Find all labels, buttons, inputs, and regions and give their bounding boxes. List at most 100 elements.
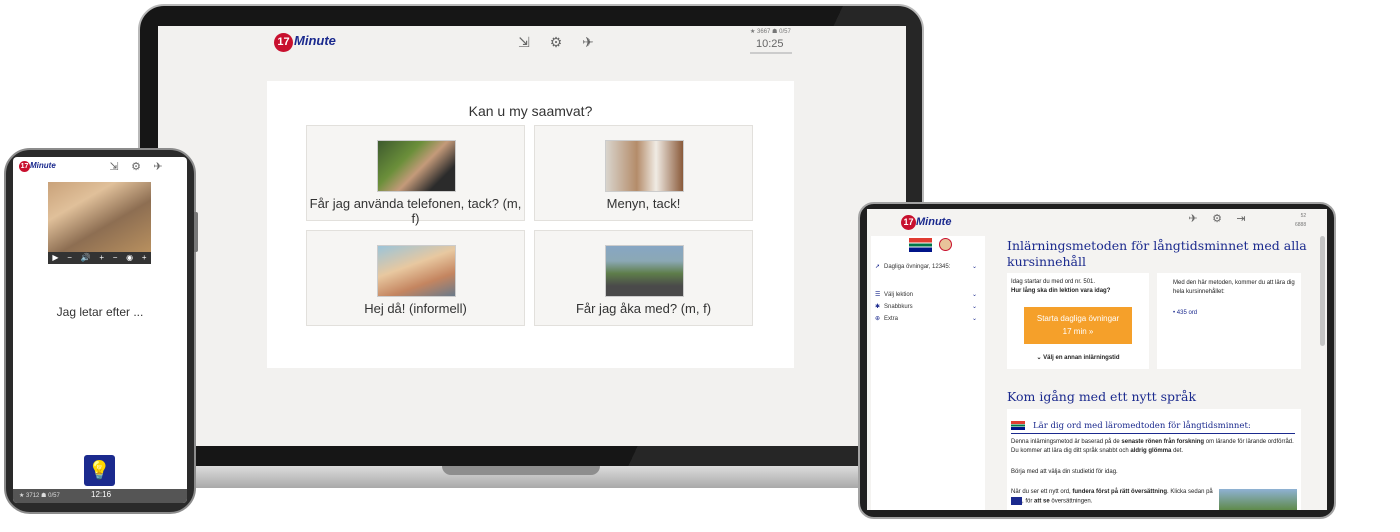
score-stats: ★ 3667 ☗ 0/57 xyxy=(750,29,791,35)
answer-option[interactable]: Hej då! (informell) xyxy=(306,230,525,326)
bulb-icon: ✱ xyxy=(875,304,881,310)
mute-icon[interactable]: ✈ xyxy=(1187,214,1199,225)
answer-option[interactable]: Får jag använda telefonen, tack? (m, f) xyxy=(306,125,525,226)
text-bold: att se xyxy=(1034,498,1050,505)
phone-screen: 17 Minute ⇲ ⚙ ✈ ▶ − 🔊 + − ◉ + Jag letar e… xyxy=(13,157,187,503)
intro-paragraph: Denna inlärningsmetod är baserad på de s… xyxy=(1011,438,1297,456)
tablet-screen: 17 Minute ✈ ⚙ ⇥ 52 6888 ➚ Dagliga övningar… xyxy=(867,209,1327,510)
toolbar: ⇲ ⚙ ✈ xyxy=(516,35,596,49)
toolbar: ⇲ ⚙ ✈ xyxy=(108,162,164,173)
exit-icon[interactable]: ⇲ xyxy=(108,162,120,173)
exit-icon[interactable]: ⇲ xyxy=(516,35,532,49)
mute-icon[interactable]: ✈ xyxy=(580,35,596,49)
sidebar-item-lesson[interactable]: ☰ Välj lektion ⌄ xyxy=(875,291,979,299)
flag-icon[interactable] xyxy=(909,238,932,252)
phone-side-button xyxy=(194,212,198,252)
logo-number: 17 xyxy=(19,161,30,172)
other-time-label: Välj en annan inlärningstid xyxy=(1043,355,1120,361)
plus-icon[interactable]: + xyxy=(142,252,147,264)
text: , för xyxy=(1022,498,1035,505)
mute-icon[interactable]: ✈ xyxy=(152,162,164,173)
divider xyxy=(1011,433,1295,434)
timer: 12:16 xyxy=(91,490,112,499)
chevron-down-icon: ⌄ xyxy=(971,264,977,270)
start-button-label: Starta dagliga övningar xyxy=(1036,314,1120,323)
sidebar-item-label: Extra xyxy=(884,316,899,322)
sidebar-item-label: Snabbkurs xyxy=(884,304,913,310)
logo-text: Minute xyxy=(294,33,336,48)
hint-bulb-icon[interactable]: 💡 xyxy=(84,455,115,486)
gear-icon[interactable]: ⚙ xyxy=(1211,214,1223,225)
logo-text: Minute xyxy=(916,216,952,228)
start-card: Idag startar du med ord nr. 501. Hur lån… xyxy=(1007,273,1149,369)
volume-icon[interactable]: 🔊 xyxy=(81,252,91,264)
answer-option[interactable]: Får jag åka med? (m, f) xyxy=(534,230,753,326)
laptop-screen: 17 Minute ⇲ ⚙ ✈ ★ 3667 ☗ 0/57 10:25 Kan u… xyxy=(158,26,906,446)
option-label: Menyn, tack! xyxy=(606,196,681,211)
play-icon[interactable]: ▶ xyxy=(52,252,58,264)
gear-icon[interactable]: ⚙ xyxy=(548,35,564,49)
chevron-down-icon: ⌄ xyxy=(971,316,977,322)
sidebar-item-label: Dagliga övningar, 12345: xyxy=(884,264,951,270)
logo[interactable]: 17 Minute xyxy=(19,161,56,172)
video-player[interactable] xyxy=(48,182,151,252)
toolbar: ✈ ⚙ ⇥ xyxy=(1187,214,1247,225)
rocket-icon: ➚ xyxy=(875,264,881,270)
chevron-down-icon: ⌄ xyxy=(971,292,977,298)
other-time-link[interactable]: ⌄ Välj en annan inlärningstid xyxy=(1007,354,1149,361)
logo[interactable]: 17 Minute xyxy=(274,33,336,52)
quiz-card: Kan u my saamvat? Får jag använda telefo… xyxy=(267,81,794,368)
start-daily-button[interactable]: Starta dagliga övningar 17 min » xyxy=(1024,307,1132,344)
answer-option[interactable]: Menyn, tack! xyxy=(534,125,753,221)
intro-paragraph: Börja med att välja din studietid för id… xyxy=(1011,469,1118,475)
text: . Klicka sedan på xyxy=(1167,489,1213,495)
sidebar-item-daily[interactable]: ➚ Dagliga övningar, 12345: ⌄ xyxy=(875,263,979,271)
laptop-notch xyxy=(442,466,600,475)
sidebar-item-label: Välj lektion xyxy=(884,292,914,298)
speed-icon[interactable]: ◉ xyxy=(126,252,133,264)
avatar[interactable] xyxy=(939,238,952,251)
minus-icon[interactable]: − xyxy=(67,252,72,264)
sidebar-item-quick[interactable]: ✱ Snabbkurs ⌄ xyxy=(875,303,979,311)
course-card: Med den här metoden, kommer du att lära … xyxy=(1157,273,1301,369)
logo-number: 17 xyxy=(901,215,916,230)
quiz-question: Kan u my saamvat? xyxy=(468,103,593,119)
start-info: Idag startar du med ord nr. 501. Hur lån… xyxy=(1011,278,1147,296)
logout-icon[interactable]: ⇥ xyxy=(1235,214,1247,225)
globe-icon: ⊕ xyxy=(875,316,881,322)
option-image xyxy=(377,245,456,297)
reveal-icon xyxy=(1011,497,1022,505)
score-stats: 52 6888 xyxy=(1295,212,1306,230)
start-button-duration: 17 min » xyxy=(1062,327,1094,336)
word-start-text: Idag startar du med ord nr. 501. xyxy=(1011,279,1096,285)
chevron-down-icon: ⌄ xyxy=(971,304,977,310)
sidebar-item-extra[interactable]: ⊕ Extra ⌄ xyxy=(875,315,979,323)
stat-bottom: 6888 xyxy=(1295,222,1307,228)
logo-number: 17 xyxy=(274,33,293,52)
gear-icon[interactable]: ⚙ xyxy=(130,162,142,173)
plus-icon[interactable]: + xyxy=(99,252,104,264)
option-image xyxy=(377,140,456,192)
page-title: Inlärningsmetoden för långtidsminnet med… xyxy=(1007,238,1307,269)
stat-top: 52 xyxy=(1300,213,1307,219)
logo-text: Minute xyxy=(30,161,56,170)
text: Denna inlärningsmetod är baserad på de xyxy=(1011,439,1122,445)
words-count-link[interactable]: • 435 ord xyxy=(1173,310,1197,316)
logo[interactable]: 17 Minute xyxy=(901,215,951,230)
timer-progress xyxy=(750,52,792,54)
option-image xyxy=(605,245,684,297)
option-image xyxy=(605,140,684,192)
text-bold: aldrig glömma xyxy=(1130,448,1172,454)
status-bar: ★ 3712 ☗ 0/57 12:16 xyxy=(13,489,187,503)
course-info: Med den här metoden, kommer du att lära … xyxy=(1173,280,1295,295)
minus-icon[interactable]: − xyxy=(113,252,118,264)
intro-card: Lär dig ord med läromedtoden för långtid… xyxy=(1007,409,1301,510)
text-bold: senaste rönen från forskning xyxy=(1121,439,1205,445)
text: översättningen. xyxy=(1049,498,1093,505)
option-label: Får jag använda telefonen, tack? (m, f) xyxy=(309,196,522,226)
text-bold: fundera först på rätt översättning xyxy=(1072,489,1168,495)
score-stats: ★ 3712 ☗ 0/57 xyxy=(19,493,60,499)
intro-paragraph: När du ser ett nytt ord, fundera först p… xyxy=(1011,488,1219,507)
text: När du ser ett nytt ord, xyxy=(1011,489,1073,495)
scrollbar[interactable] xyxy=(1320,236,1325,346)
